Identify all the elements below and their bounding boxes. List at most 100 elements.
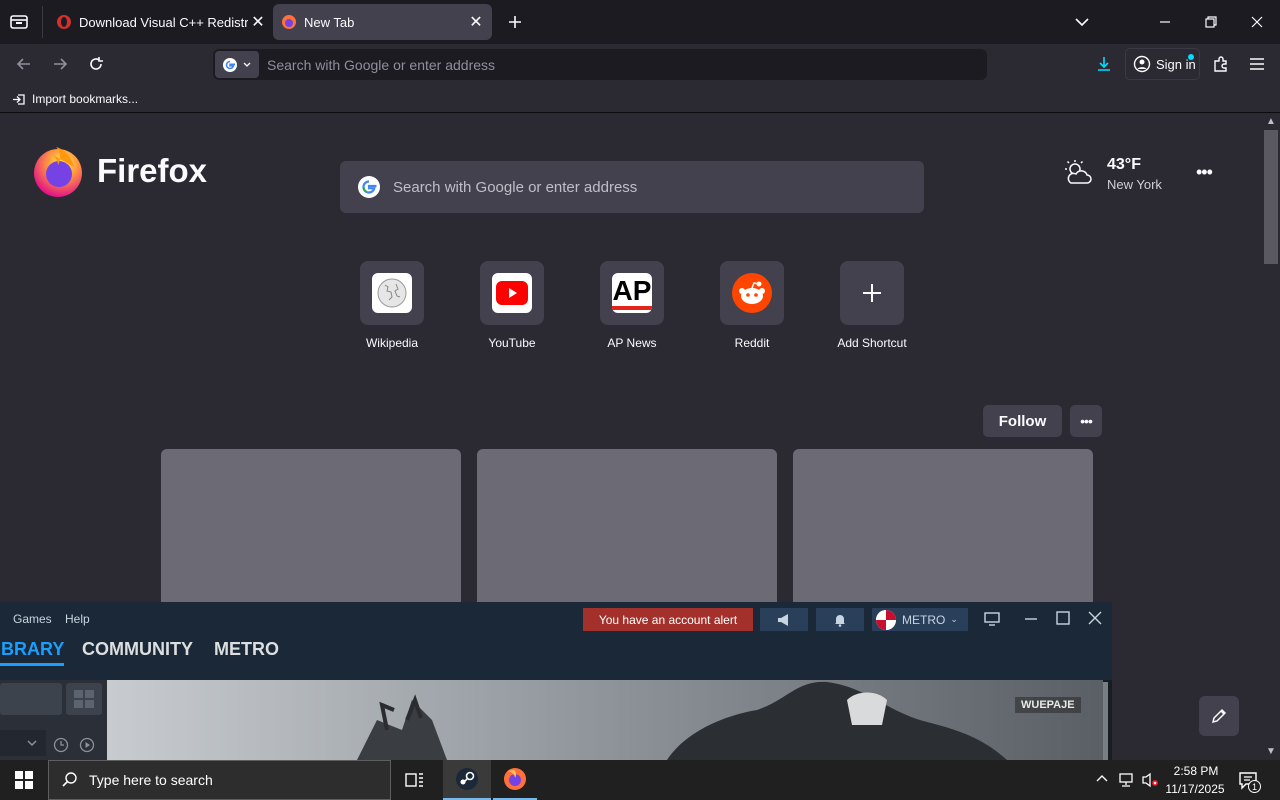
reload-button[interactable] bbox=[86, 54, 106, 74]
tab-close-button[interactable]: ✕ bbox=[248, 12, 268, 32]
shortcut-youtube[interactable]: YouTube bbox=[452, 261, 572, 350]
steam-close-button[interactable] bbox=[1087, 610, 1103, 626]
app-menu-button[interactable] bbox=[1247, 54, 1267, 74]
steam-menu-games[interactable]: Games bbox=[13, 612, 52, 626]
steam-home-tile[interactable] bbox=[0, 683, 62, 715]
network-button[interactable] bbox=[1118, 772, 1136, 788]
steam-recent-button[interactable] bbox=[53, 737, 69, 753]
plus-icon bbox=[509, 16, 521, 28]
apnews-icon: AP bbox=[612, 273, 652, 313]
steam-minimize-button[interactable] bbox=[1023, 611, 1039, 627]
scroll-up-arrow[interactable]: ▲ bbox=[1266, 116, 1276, 127]
firefox-wordmark: Firefox bbox=[97, 152, 208, 189]
plus-icon bbox=[863, 284, 881, 302]
bell-icon bbox=[835, 614, 845, 627]
story-card[interactable] bbox=[161, 449, 461, 609]
newtab-search-input[interactable]: Search with Google or enter address bbox=[393, 179, 637, 196]
tab-new-tab[interactable]: New Tab ✕ bbox=[273, 4, 492, 40]
puzzle-icon bbox=[1214, 56, 1227, 72]
list-all-tabs-button[interactable] bbox=[1072, 12, 1092, 32]
weather-widget[interactable]: 43°F New York bbox=[1063, 156, 1173, 196]
steam-game-hero-image[interactable]: WUEPAJE bbox=[107, 680, 1103, 760]
taskbar-app-steam[interactable] bbox=[443, 760, 491, 800]
tab-title: Download Visual C++ Redistributable bbox=[79, 14, 248, 30]
firefox-icon bbox=[282, 15, 296, 29]
sign-in-button[interactable]: Sign in bbox=[1125, 48, 1200, 80]
import-icon bbox=[13, 93, 25, 105]
minimize-button[interactable] bbox=[1155, 12, 1175, 32]
downloads-button[interactable] bbox=[1094, 54, 1114, 74]
task-view-button[interactable] bbox=[404, 770, 426, 790]
clock-icon bbox=[53, 737, 69, 753]
taskbar-app-firefox[interactable] bbox=[493, 760, 537, 800]
clock-time[interactable]: 2:58 PM bbox=[1166, 764, 1226, 778]
url-bar[interactable]: Search with Google or enter address bbox=[213, 49, 987, 80]
minimize-icon bbox=[1025, 618, 1037, 620]
steam-maximize-button[interactable] bbox=[1055, 610, 1071, 626]
steam-account-button[interactable]: METRO ⌄ bbox=[872, 608, 968, 631]
notification-dot bbox=[1188, 54, 1194, 60]
follow-button[interactable]: Follow bbox=[983, 405, 1062, 437]
taskbar-search-box[interactable]: Type here to search bbox=[48, 760, 391, 800]
import-bookmarks-label: Import bookmarks... bbox=[32, 92, 139, 106]
play-circle-icon bbox=[79, 737, 95, 753]
action-center-button[interactable]: 1 bbox=[1238, 770, 1261, 793]
firefox-view-button[interactable] bbox=[8, 12, 30, 32]
steam-announcements-button[interactable] bbox=[760, 608, 808, 631]
shortcut-wikipedia[interactable]: Wikipedia bbox=[332, 261, 452, 350]
shortcut-apnews[interactable]: AP AP News bbox=[572, 261, 692, 350]
steam-play-filter-button[interactable] bbox=[79, 737, 95, 753]
search-engine-button[interactable] bbox=[215, 51, 259, 78]
minimize-icon bbox=[1160, 21, 1170, 23]
back-button[interactable] bbox=[14, 54, 34, 74]
taskbar-search-input[interactable]: Type here to search bbox=[89, 772, 213, 788]
steam-filter-dropdown[interactable] bbox=[0, 730, 46, 756]
shortcut-label: AP News bbox=[607, 336, 657, 350]
shortcut-reddit[interactable]: Reddit bbox=[692, 261, 812, 350]
story-card[interactable] bbox=[793, 449, 1093, 609]
opera-icon bbox=[57, 15, 71, 29]
arrow-right-icon bbox=[54, 58, 68, 70]
volume-button[interactable] bbox=[1141, 772, 1159, 788]
google-icon bbox=[358, 176, 380, 198]
restore-button[interactable] bbox=[1201, 12, 1221, 32]
new-tab-button[interactable] bbox=[505, 12, 525, 32]
forward-button[interactable] bbox=[50, 54, 70, 74]
import-bookmarks-button[interactable]: Import bookmarks... bbox=[12, 90, 138, 108]
steam-nav-library[interactable]: IBRARY bbox=[0, 639, 65, 666]
pencil-icon bbox=[1211, 708, 1227, 724]
steam-nav-community[interactable]: COMMUNITY bbox=[82, 639, 193, 660]
shortcut-add[interactable]: Add Shortcut bbox=[812, 261, 932, 350]
steam-bigpicture-button[interactable] bbox=[984, 612, 1000, 626]
steam-account-alert[interactable]: You have an account alert bbox=[583, 608, 753, 631]
shortcut-label: Reddit bbox=[734, 336, 770, 350]
extensions-button[interactable] bbox=[1211, 54, 1231, 74]
steam-nav-profile[interactable]: METRO bbox=[214, 639, 279, 660]
close-window-button[interactable] bbox=[1247, 12, 1267, 32]
reload-icon bbox=[90, 57, 103, 70]
customize-button[interactable] bbox=[1199, 696, 1239, 736]
tab-visual-cpp[interactable]: Download Visual C++ Redistributable ✕ bbox=[50, 4, 268, 40]
steam-content-scrollbar[interactable] bbox=[1103, 682, 1108, 760]
newtab-search-box[interactable]: Search with Google or enter address bbox=[340, 161, 924, 213]
download-icon bbox=[1098, 57, 1110, 71]
steam-menu-help[interactable]: Help bbox=[65, 612, 90, 626]
tab-close-button[interactable]: ✕ bbox=[466, 12, 486, 32]
scroll-down-arrow[interactable]: ▼ bbox=[1266, 746, 1276, 757]
search-icon bbox=[62, 772, 77, 787]
topics-menu-button[interactable]: ••• bbox=[1070, 405, 1102, 437]
steam-grid-view-button[interactable] bbox=[66, 683, 102, 715]
scrollbar-thumb[interactable] bbox=[1264, 130, 1278, 264]
restore-icon bbox=[1205, 16, 1217, 28]
weather-menu-button[interactable]: ••• bbox=[1196, 162, 1213, 183]
show-hidden-icons-button[interactable] bbox=[1095, 772, 1109, 786]
steam-username: METRO bbox=[902, 612, 946, 627]
url-input[interactable]: Search with Google or enter address bbox=[267, 57, 495, 73]
story-card[interactable] bbox=[477, 449, 777, 609]
notification-badge: 1 bbox=[1248, 780, 1261, 793]
clock-date[interactable]: 11/17/2025 bbox=[1162, 782, 1228, 796]
firefox-view-icon bbox=[10, 15, 28, 29]
google-icon bbox=[223, 57, 237, 72]
start-button[interactable] bbox=[0, 760, 48, 800]
steam-notifications-button[interactable] bbox=[816, 608, 864, 631]
